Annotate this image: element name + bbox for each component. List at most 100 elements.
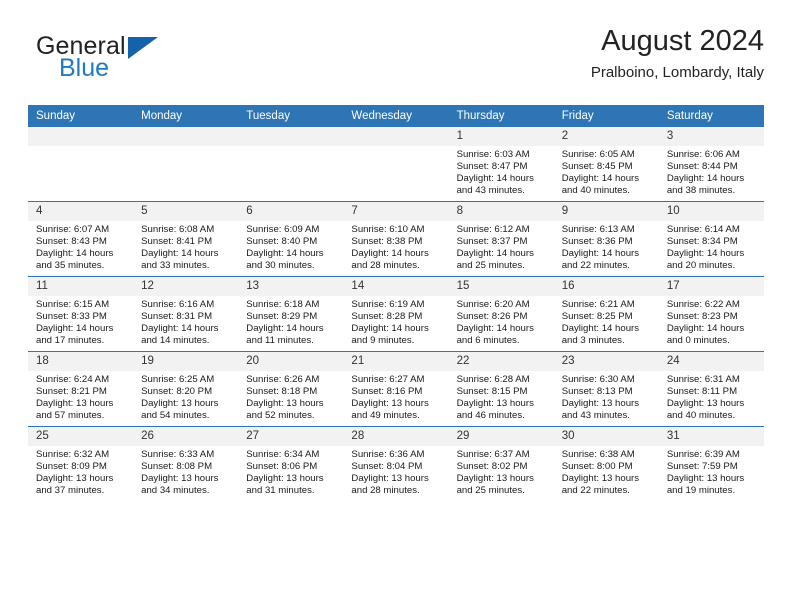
calendar-day-cell[interactable]: 30 Sunrise: 6:38 AM Sunset: 8:00 PM Dayligh… (553, 426, 659, 501)
calendar-day-cell[interactable]: 24 Sunrise: 6:31 AM Sunset: 8:11 PM Dayligh… (658, 351, 764, 427)
calendar-day-cell[interactable]: 9 Sunrise: 6:13 AM Sunset: 8:36 PM Daylight… (553, 201, 659, 277)
calendar-day-cell[interactable]: 23 Sunrise: 6:30 AM Sunset: 8:13 PM Dayligh… (553, 351, 659, 427)
sunrise-text: Sunrise: 6:38 AM (561, 449, 635, 460)
day-details: Sunrise: 6:10 AM Sunset: 8:38 PM Daylight:… (343, 221, 448, 272)
daylight-text: Daylight: 14 hours and 11 minutes. (246, 323, 324, 347)
calendar-week-row: 4 Sunrise: 6:07 AM Sunset: 8:43 PM Daylight… (28, 201, 764, 277)
daylight-text: Daylight: 14 hours and 0 minutes. (666, 323, 745, 347)
day-details: Sunrise: 6:38 AM Sunset: 8:00 PM Daylight:… (554, 446, 659, 497)
calendar-day-cell[interactable]: 10 Sunrise: 6:14 AM Sunset: 8:34 PM Dayligh… (658, 201, 764, 277)
day-number (28, 127, 134, 146)
calendar-day-cell[interactable]: 16 Sunrise: 6:21 AM Sunset: 8:25 PM Dayligh… (553, 276, 659, 352)
day-details: Sunrise: 6:33 AM Sunset: 8:08 PM Daylight:… (133, 446, 238, 497)
sunset-text: Sunset: 8:02 PM (456, 461, 528, 473)
day-details: Sunrise: 6:39 AM Sunset: 7:59 PM Daylight:… (659, 446, 764, 497)
day-details: Sunrise: 6:14 AM Sunset: 8:34 PM Daylight:… (659, 221, 764, 272)
day-number: 5 (133, 202, 239, 221)
calendar-day-cell[interactable]: 5 Sunrise: 6:08 AM Sunset: 8:41 PM Daylight… (133, 201, 239, 277)
calendar-day-cell[interactable]: 26 Sunrise: 6:33 AM Sunset: 8:08 PM Dayligh… (133, 426, 239, 501)
daylight-text: Daylight: 14 hours and 22 minutes. (561, 248, 640, 272)
day-number: 20 (238, 352, 344, 371)
day-number: 16 (553, 277, 659, 296)
day-details: Sunrise: 6:18 AM Sunset: 8:29 PM Daylight:… (238, 296, 343, 347)
daylight-text: Daylight: 13 hours and 52 minutes. (246, 398, 324, 422)
sunrise-text: Sunrise: 6:06 AM (666, 149, 740, 160)
day-details: Sunrise: 6:13 AM Sunset: 8:36 PM Daylight:… (554, 221, 659, 272)
calendar-day-cell[interactable]: 28 Sunrise: 6:36 AM Sunset: 8:04 PM Dayligh… (343, 426, 449, 501)
calendar-day-cell[interactable]: 13 Sunrise: 6:18 AM Sunset: 8:29 PM Dayligh… (238, 276, 344, 352)
day-details: Sunrise: 6:32 AM Sunset: 8:09 PM Daylight:… (28, 446, 133, 497)
day-details: Sunrise: 6:37 AM Sunset: 8:02 PM Daylight:… (449, 446, 554, 497)
day-details: Sunrise: 6:15 AM Sunset: 8:33 PM Daylight:… (28, 296, 133, 347)
daylight-text: Daylight: 13 hours and 43 minutes. (561, 398, 640, 422)
calendar-day-cell[interactable]: 14 Sunrise: 6:19 AM Sunset: 8:28 PM Dayligh… (343, 276, 449, 352)
daylight-text: Daylight: 14 hours and 6 minutes. (456, 323, 534, 347)
calendar-day-cell[interactable]: 11 Sunrise: 6:15 AM Sunset: 8:33 PM Dayligh… (28, 276, 134, 352)
day-details: Sunrise: 6:31 AM Sunset: 8:11 PM Daylight:… (659, 371, 764, 422)
weekday-header-friday: Friday (553, 105, 659, 127)
sunset-text: Sunset: 8:47 PM (456, 161, 528, 173)
calendar-day-cell[interactable]: 2 Sunrise: 6:05 AM Sunset: 8:45 PM Daylight… (553, 127, 659, 202)
day-details: Sunrise: 6:26 AM Sunset: 8:18 PM Daylight:… (238, 371, 343, 422)
calendar-day-cell[interactable]: 7 Sunrise: 6:10 AM Sunset: 8:38 PM Daylight… (343, 201, 449, 277)
sunset-text: Sunset: 8:23 PM (666, 311, 738, 323)
sunrise-text: Sunrise: 6:22 AM (666, 299, 740, 310)
sunrise-text: Sunrise: 6:16 AM (141, 299, 215, 310)
daylight-text: Daylight: 13 hours and 28 minutes. (351, 473, 429, 497)
sunset-text: Sunset: 8:25 PM (561, 311, 633, 323)
calendar-day-cell[interactable]: 19 Sunrise: 6:25 AM Sunset: 8:20 PM Dayligh… (133, 351, 239, 427)
daylight-text: Daylight: 13 hours and 19 minutes. (666, 473, 745, 497)
calendar-day-cell[interactable]: 29 Sunrise: 6:37 AM Sunset: 8:02 PM Dayligh… (448, 426, 554, 501)
calendar-day-cell[interactable]: 18 Sunrise: 6:24 AM Sunset: 8:21 PM Dayligh… (28, 351, 134, 427)
sunset-text: Sunset: 8:16 PM (351, 386, 423, 398)
sunset-text: Sunset: 8:28 PM (351, 311, 423, 323)
day-details: Sunrise: 6:22 AM Sunset: 8:23 PM Daylight:… (659, 296, 764, 347)
day-details: Sunrise: 6:09 AM Sunset: 8:40 PM Daylight:… (238, 221, 343, 272)
sunset-text: Sunset: 8:37 PM (456, 236, 528, 248)
daylight-text: Daylight: 14 hours and 30 minutes. (246, 248, 324, 272)
calendar-day-cell[interactable]: 27 Sunrise: 6:34 AM Sunset: 8:06 PM Dayligh… (238, 426, 344, 501)
daylight-text: Daylight: 14 hours and 33 minutes. (141, 248, 219, 272)
calendar-day-cell[interactable]: 3 Sunrise: 6:06 AM Sunset: 8:44 PM Daylight… (658, 127, 764, 202)
day-details: Sunrise: 6:30 AM Sunset: 8:13 PM Daylight:… (554, 371, 659, 422)
calendar-day-cell[interactable]: 4 Sunrise: 6:07 AM Sunset: 8:43 PM Daylight… (28, 201, 134, 277)
calendar-grid: Sunday Monday Tuesday Wednesday Thursday… (28, 105, 764, 501)
day-details: Sunrise: 6:20 AM Sunset: 8:26 PM Daylight:… (449, 296, 554, 347)
sunrise-text: Sunrise: 6:20 AM (456, 299, 530, 310)
sunset-text: Sunset: 8:43 PM (36, 236, 107, 248)
calendar-day-cell[interactable]: 17 Sunrise: 6:22 AM Sunset: 8:23 PM Dayligh… (658, 276, 764, 352)
day-details: Sunrise: 6:07 AM Sunset: 8:43 PM Daylight:… (28, 221, 133, 272)
triangle-logo-icon (128, 37, 158, 59)
page-header: General Blue August 2024 Pralboino, Lomb… (28, 25, 764, 96)
calendar-day-cell[interactable]: 6 Sunrise: 6:09 AM Sunset: 8:40 PM Daylight… (238, 201, 344, 277)
sunset-text: Sunset: 8:09 PM (36, 461, 107, 473)
sunrise-text: Sunrise: 6:07 AM (36, 224, 110, 235)
brand-name-blue: Blue (59, 54, 110, 82)
calendar-day-cell[interactable]: 15 Sunrise: 6:20 AM Sunset: 8:26 PM Dayligh… (448, 276, 554, 352)
sunset-text: Sunset: 8:18 PM (246, 386, 318, 398)
calendar-day-cell[interactable]: 8 Sunrise: 6:12 AM Sunset: 8:37 PM Daylight… (448, 201, 554, 277)
weekday-header-row: Sunday Monday Tuesday Wednesday Thursday… (28, 105, 764, 127)
calendar-day-cell[interactable]: 1 Sunrise: 6:03 AM Sunset: 8:47 PM Daylight… (448, 127, 554, 202)
calendar-day-cell[interactable]: 25 Sunrise: 6:32 AM Sunset: 8:09 PM Dayligh… (28, 426, 134, 501)
day-number: 6 (238, 202, 344, 221)
calendar-day-cell-empty (343, 127, 449, 202)
sunrise-text: Sunrise: 6:24 AM (36, 374, 110, 385)
calendar-week-row: 11 Sunrise: 6:15 AM Sunset: 8:33 PM Dayligh… (28, 276, 764, 352)
day-details: Sunrise: 6:06 AM Sunset: 8:44 PM Daylight:… (659, 146, 764, 197)
day-number: 7 (343, 202, 449, 221)
daylight-text: Daylight: 13 hours and 37 minutes. (36, 473, 114, 497)
brand-logo[interactable]: General Blue (28, 34, 258, 92)
calendar-day-cell[interactable]: 20 Sunrise: 6:26 AM Sunset: 8:18 PM Dayligh… (238, 351, 344, 427)
sunset-text: Sunset: 8:04 PM (351, 461, 423, 473)
calendar-day-cell[interactable]: 22 Sunrise: 6:28 AM Sunset: 8:15 PM Dayligh… (448, 351, 554, 427)
sunrise-text: Sunrise: 6:39 AM (666, 449, 740, 460)
sunrise-text: Sunrise: 6:37 AM (456, 449, 530, 460)
calendar-day-cell[interactable]: 21 Sunrise: 6:27 AM Sunset: 8:16 PM Dayligh… (343, 351, 449, 427)
calendar-day-cell[interactable]: 12 Sunrise: 6:16 AM Sunset: 8:31 PM Dayligh… (133, 276, 239, 352)
sunset-text: Sunset: 8:41 PM (141, 236, 213, 248)
sunrise-text: Sunrise: 6:33 AM (141, 449, 215, 460)
day-number: 28 (343, 427, 449, 446)
calendar-day-cell[interactable]: 31 Sunrise: 6:39 AM Sunset: 7:59 PM Dayligh… (658, 426, 764, 501)
day-number: 19 (133, 352, 239, 371)
